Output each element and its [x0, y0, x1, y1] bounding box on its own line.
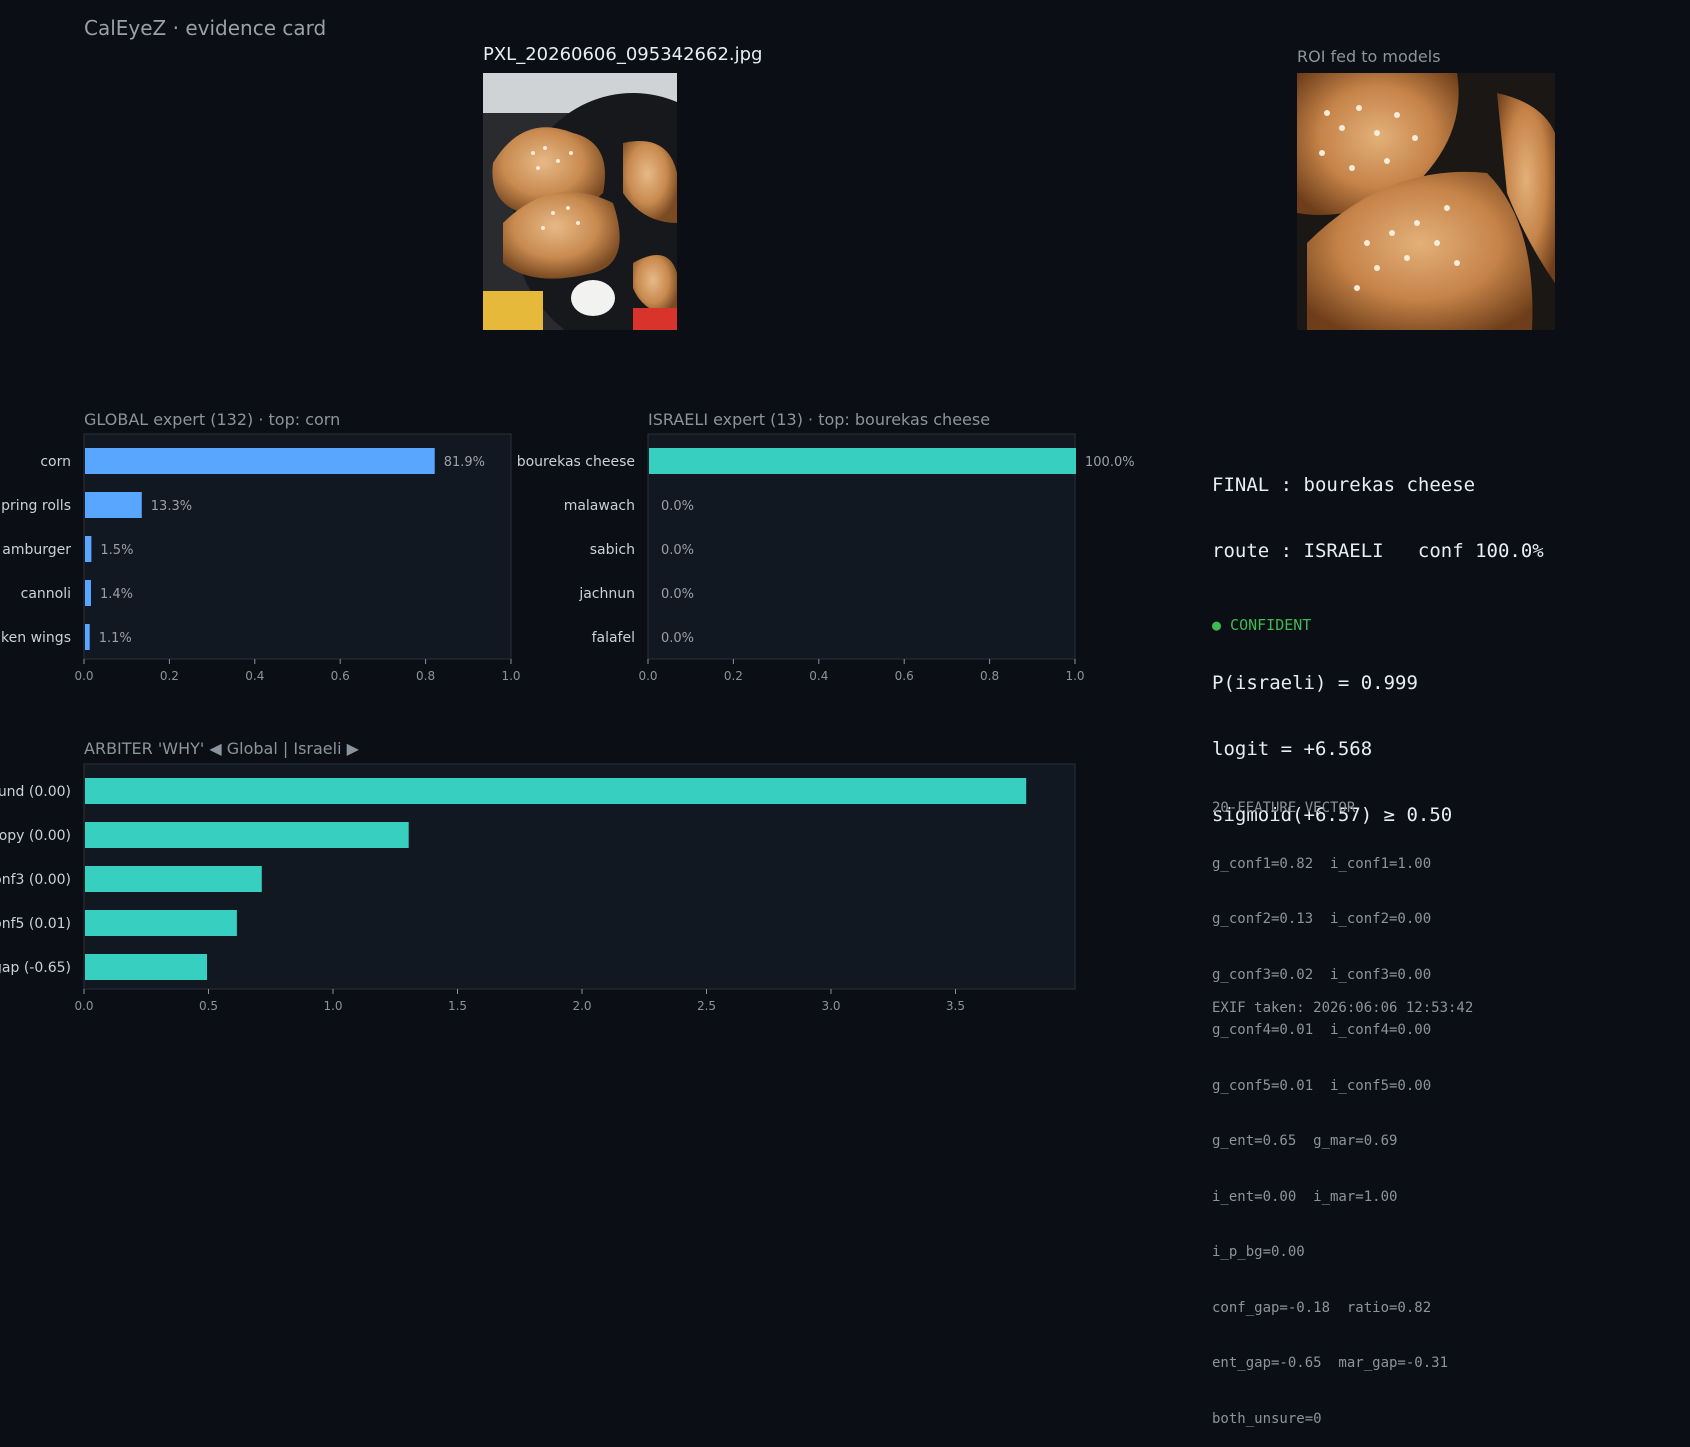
- value-label: 0.0%: [661, 631, 694, 646]
- feature-line: g_conf1=0.82 i_conf1=1.00: [1212, 855, 1432, 872]
- logit-line: logit = +6.568: [1212, 738, 1373, 760]
- feature-line: g_conf3=0.02 i_conf3=0.00: [1212, 966, 1432, 983]
- x-tick-label: 0.4: [809, 669, 828, 683]
- bar-4: [85, 624, 90, 650]
- roi-photo: [1297, 73, 1555, 330]
- x-tick-label: 0.0: [74, 669, 93, 683]
- value-label: 0.0%: [661, 543, 694, 558]
- route-line: route : ISRAELI conf 100.0%: [1212, 540, 1544, 562]
- feature-line: i_p_bg=0.00: [1212, 1244, 1305, 1260]
- global-panel-title: GLOBAL expert (132) · top: corn: [84, 410, 341, 429]
- category-label: amburger: [2, 542, 71, 558]
- category-label: und (0.00): [0, 784, 71, 800]
- israeli-chart: bourekas cheese 100.0% malawach 0.0% sabich 0…: [500, 433, 1135, 694]
- arbiter-chart: und (0.00) ropy (0.00) onf3 (0.00) onf5 (0.…: [0, 763, 1100, 1024]
- category-label: malawach: [564, 498, 635, 514]
- bar-1: [85, 492, 142, 518]
- category-label: onf5 (0.01): [0, 916, 71, 932]
- x-tick-label: 0.2: [160, 669, 179, 683]
- value-label: 0.0%: [661, 587, 694, 602]
- final-line: FINAL : bourekas cheese: [1212, 474, 1476, 496]
- exif-timestamp: EXIF taken: 2026:06:06 12:53:42: [1212, 1000, 1474, 1016]
- bar-3: [85, 580, 91, 606]
- x-tick-label: 1.5: [448, 999, 467, 1013]
- x-tick-label: 0.6: [331, 669, 350, 683]
- x-tick-label: 0.0: [638, 669, 657, 683]
- category-label: cannoli: [21, 586, 71, 602]
- feature-line: g_conf4=0.01 i_conf4=0.00: [1212, 1022, 1432, 1038]
- x-tick-label: 0.6: [895, 669, 914, 683]
- value-label: 81.9%: [444, 455, 485, 470]
- x-tick-label: 0.5: [199, 999, 218, 1013]
- feature-line: i_ent=0.00 i_mar=1.00: [1212, 1188, 1398, 1205]
- bar-2: [85, 866, 262, 892]
- image-filename: PXL_20260606_095342662.jpg: [483, 44, 763, 65]
- bar-0: [85, 778, 1027, 804]
- value-label: 1.1%: [99, 631, 132, 646]
- category-label: gap (-0.65): [0, 960, 71, 976]
- x-tick-label: 3.5: [946, 999, 965, 1013]
- category-label: sabich: [590, 542, 635, 558]
- x-tick-label: 0.4: [245, 669, 264, 683]
- x-tick-label: 1.0: [1065, 669, 1084, 683]
- feature-vector: 20-FEATURE VECTOR g_conf1=0.82 i_conf1=1…: [1212, 762, 1448, 1447]
- category-label: onf3 (0.00): [0, 872, 71, 888]
- feature-line: conf_gap=-0.18 ratio=0.82: [1212, 1299, 1432, 1316]
- category-label: pring rolls: [1, 498, 71, 514]
- feature-line: both_unsure=0: [1212, 1410, 1322, 1427]
- feature-line: g_conf2=0.13 i_conf2=0.00: [1212, 911, 1432, 927]
- value-label: 100.0%: [1085, 455, 1135, 470]
- bar-4: [85, 954, 208, 980]
- confidence-status: ● CONFIDENT: [1212, 616, 1312, 634]
- food-photo-graphic: [483, 73, 677, 330]
- x-tick-label: 1.0: [323, 999, 342, 1013]
- value-label: 1.4%: [100, 587, 133, 602]
- x-tick-label: 0.2: [724, 669, 743, 683]
- bar-0: [649, 448, 1076, 474]
- app-title: CalEyeZ · evidence card: [84, 16, 327, 40]
- x-tick-label: 2.5: [697, 999, 716, 1013]
- category-label: jachnun: [578, 586, 635, 602]
- category-label: ken wings: [1, 630, 71, 646]
- food-photo: [483, 73, 677, 330]
- value-label: 13.3%: [151, 499, 192, 514]
- x-tick-label: 0.8: [416, 669, 435, 683]
- bar-1: [85, 822, 409, 848]
- bar-0: [85, 448, 435, 474]
- global-chart: corn 81.9% pring rolls 13.3% amburger 1.5% can…: [0, 433, 521, 694]
- bar-3: [85, 910, 237, 936]
- p-israeli-line: P(israeli) = 0.999: [1212, 672, 1418, 694]
- roi-label: ROI fed to models: [1297, 47, 1441, 66]
- category-label: bourekas cheese: [517, 454, 635, 470]
- value-label: 1.5%: [100, 543, 133, 558]
- israeli-panel-title: ISRAELI expert (13) · top: bourekas chee…: [648, 410, 991, 429]
- value-label: 0.0%: [661, 499, 694, 514]
- category-label: ropy (0.00): [0, 828, 71, 844]
- bar-2: [85, 536, 92, 562]
- arbiter-chart-svg: und (0.00) ropy (0.00) onf3 (0.00) onf5 (0.…: [0, 763, 1076, 1013]
- x-tick-label: 0.8: [980, 669, 999, 683]
- category-label: corn: [40, 454, 71, 470]
- x-tick-label: 2.0: [572, 999, 591, 1013]
- category-label: falafel: [592, 630, 635, 646]
- x-tick-label: 3.0: [821, 999, 840, 1013]
- x-tick-label: 0.0: [74, 999, 93, 1013]
- arbiter-panel-title: ARBITER 'WHY' ◀ Global | Israeli ▶: [84, 739, 359, 758]
- feature-line: ent_gap=-0.65 mar_gap=-0.31: [1212, 1355, 1449, 1371]
- feature-line: g_ent=0.65 g_mar=0.69: [1212, 1133, 1398, 1149]
- roi-photo-graphic: [1297, 73, 1555, 330]
- feature-vector-title: 20-FEATURE VECTOR: [1212, 800, 1356, 816]
- israeli-chart-svg: bourekas cheese 100.0% malawach 0.0% sabich 0…: [517, 433, 1135, 683]
- feature-line: g_conf5=0.01 i_conf5=0.00: [1212, 1077, 1432, 1094]
- global-chart-svg: corn 81.9% pring rolls 13.3% amburger 1.5% can…: [1, 433, 521, 683]
